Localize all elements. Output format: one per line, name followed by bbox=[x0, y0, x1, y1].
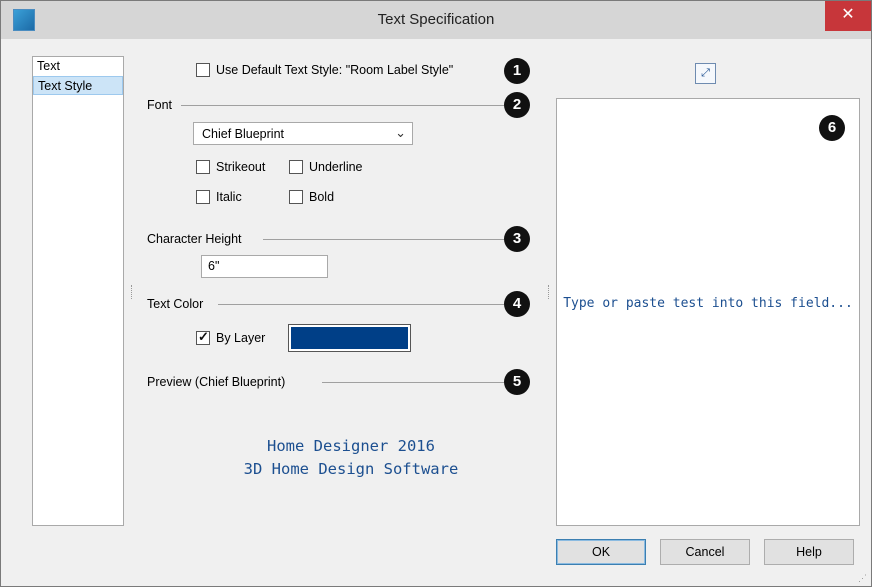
cancel-button[interactable]: Cancel bbox=[660, 539, 750, 565]
text-entry-field[interactable]: 6 Type or paste test into this field... bbox=[556, 98, 860, 526]
preview-heading: Preview (Chief Blueprint) bbox=[147, 375, 286, 389]
callout-badge-3: 3 bbox=[504, 226, 530, 252]
dialog-title: Text Specification bbox=[377, 11, 495, 28]
character-height-heading: Character Height bbox=[147, 232, 242, 246]
resize-grip-icon[interactable]: ⋰ bbox=[858, 573, 868, 583]
preview-line-1: Home Designer 2016 bbox=[267, 437, 435, 455]
font-divider bbox=[181, 105, 504, 106]
text-entry-placeholder: Type or paste test into this field... bbox=[563, 296, 853, 311]
strikeout-checkbox[interactable] bbox=[196, 160, 210, 174]
ok-button[interactable]: OK bbox=[556, 539, 646, 565]
font-select[interactable]: Chief Blueprint ⌄ bbox=[193, 122, 413, 145]
use-default-style-label: Use Default Text Style: "Room Label Styl… bbox=[216, 63, 454, 77]
bold-label: Bold bbox=[309, 190, 335, 204]
text-color-heading: Text Color bbox=[147, 297, 204, 311]
text-color-swatch-button[interactable] bbox=[288, 324, 411, 352]
text-color-divider bbox=[218, 304, 504, 305]
splitter-handle-left[interactable] bbox=[131, 285, 133, 299]
preview-line-2: 3D Home Design Software bbox=[243, 460, 459, 478]
callout-badge-6: 6 bbox=[819, 115, 845, 141]
preview-divider bbox=[322, 382, 504, 383]
help-button[interactable]: Help bbox=[764, 539, 854, 565]
callout-badge-4: 4 bbox=[504, 291, 530, 317]
text-specification-dialog: Text Specification ✕ Text Text Style Use… bbox=[0, 0, 872, 587]
color-fill bbox=[291, 327, 408, 349]
underline-checkbox[interactable] bbox=[289, 160, 303, 174]
title-bar[interactable]: Text Specification ✕ bbox=[1, 1, 871, 39]
character-height-divider bbox=[263, 239, 504, 240]
callout-badge-1: 1 bbox=[504, 58, 530, 84]
callout-badge-2: 2 bbox=[504, 92, 530, 118]
italic-checkbox[interactable] bbox=[196, 190, 210, 204]
chevron-down-icon: ⌄ bbox=[395, 125, 406, 140]
nav-item-text[interactable]: Text bbox=[33, 57, 123, 76]
splitter-handle-right[interactable] bbox=[548, 285, 550, 299]
italic-label: Italic bbox=[216, 190, 242, 204]
font-heading: Font bbox=[147, 98, 173, 112]
strikeout-label: Strikeout bbox=[216, 160, 266, 174]
expand-icon[interactable]: ⤢ bbox=[695, 63, 716, 84]
close-button[interactable]: ✕ bbox=[825, 1, 871, 31]
bold-checkbox[interactable] bbox=[289, 190, 303, 204]
nav-item-text-style[interactable]: Text Style bbox=[33, 76, 123, 95]
underline-label: Underline bbox=[309, 160, 363, 174]
font-select-value: Chief Blueprint bbox=[202, 127, 284, 141]
use-default-style-checkbox[interactable] bbox=[196, 63, 210, 77]
by-layer-checkbox[interactable] bbox=[196, 329, 210, 345]
callout-badge-5: 5 bbox=[504, 369, 530, 395]
by-layer-label: By Layer bbox=[216, 331, 266, 345]
character-height-input[interactable]: 6" bbox=[201, 255, 328, 278]
category-list: Text Text Style bbox=[32, 56, 124, 526]
